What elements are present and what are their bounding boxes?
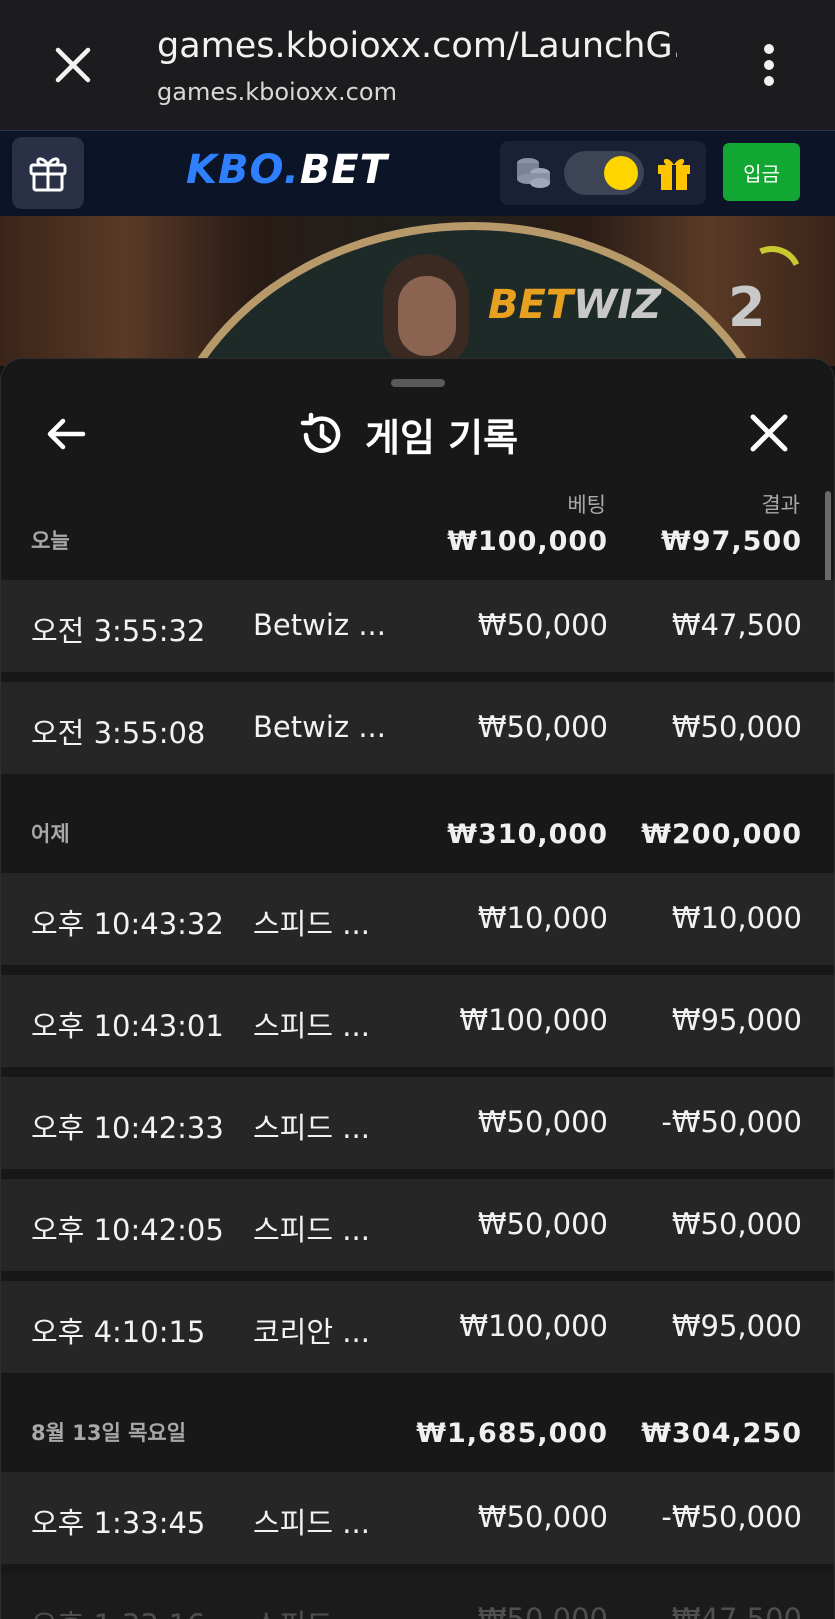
- history-row[interactable]: 오후 10:42:05 스피드 ... ₩50,000 ₩50,000: [1, 1179, 834, 1271]
- history-row[interactable]: 오후 1:33:16 스피드 ... ₩50,000 ₩47,500: [1, 1574, 834, 1619]
- drag-handle[interactable]: [391, 379, 445, 387]
- sheet-title: 게임 기록: [365, 416, 519, 460]
- date-section-header: 어제 ₩310,000 ₩200,000: [31, 819, 802, 850]
- game-history-sheet: 게임 기록 베팅 결과 오늘 ₩100,000 ₩97,500 오전 3:55:…: [0, 358, 835, 1619]
- bonus-gift-icon[interactable]: [654, 153, 694, 193]
- history-row[interactable]: 오전 3:55:08 Betwiz ... ₩50,000 ₩50,000: [1, 682, 834, 774]
- game-brand-logo: BETWIZ: [488, 282, 662, 328]
- url-domain: games.kboioxx.com: [157, 78, 397, 106]
- history-row[interactable]: 오후 10:43:32 스피드 ... ₩10,000 ₩10,000: [1, 873, 834, 965]
- history-row[interactable]: 오후 1:33:45 스피드 ... ₩50,000 -₩50,000: [1, 1472, 834, 1564]
- gift-icon: [29, 157, 67, 192]
- history-icon: [300, 412, 341, 453]
- history-row[interactable]: 오후 10:43:01 스피드 ... ₩100,000 ₩95,000: [1, 975, 834, 1067]
- more-options-icon[interactable]: [761, 44, 777, 86]
- history-row[interactable]: 오후 4:10:15 코리안 ... ₩100,000 ₩95,000: [1, 1281, 834, 1373]
- date-section-header: 8월 13일 목요일 ₩1,685,000 ₩304,250: [31, 1418, 802, 1449]
- site-logo[interactable]: KBO.BET: [186, 147, 388, 193]
- back-arrow-icon[interactable]: [43, 411, 89, 457]
- close-icon[interactable]: [50, 42, 96, 88]
- site-header: KBO.BET 입금: [0, 130, 835, 216]
- date-section-header: 오늘 ₩100,000 ₩97,500: [31, 526, 802, 557]
- url-title[interactable]: games.kboioxx.com/LaunchG...: [157, 26, 677, 66]
- history-row[interactable]: 오전 3:55:32 Betwiz ... ₩50,000 ₩47,500: [1, 580, 834, 672]
- dealer-face: [398, 276, 456, 356]
- sheet-header: 게임 기록: [297, 407, 518, 462]
- coins-icon[interactable]: [514, 155, 552, 191]
- close-icon[interactable]: [745, 409, 793, 457]
- history-row[interactable]: 오후 10:42:33 스피드 ... ₩50,000 -₩50,000: [1, 1077, 834, 1169]
- currency-toggle[interactable]: [564, 151, 644, 195]
- round-number: 2: [728, 276, 766, 339]
- promotions-button[interactable]: [12, 137, 84, 209]
- live-game-view: BETWIZ 2: [0, 216, 835, 366]
- browser-toolbar: games.kboioxx.com/LaunchG... games.kboio…: [0, 0, 835, 130]
- deposit-button[interactable]: 입금: [723, 143, 800, 201]
- table-backdrop: [152, 222, 792, 366]
- toggle-knob: [604, 156, 638, 190]
- wallet-panel: [500, 141, 706, 205]
